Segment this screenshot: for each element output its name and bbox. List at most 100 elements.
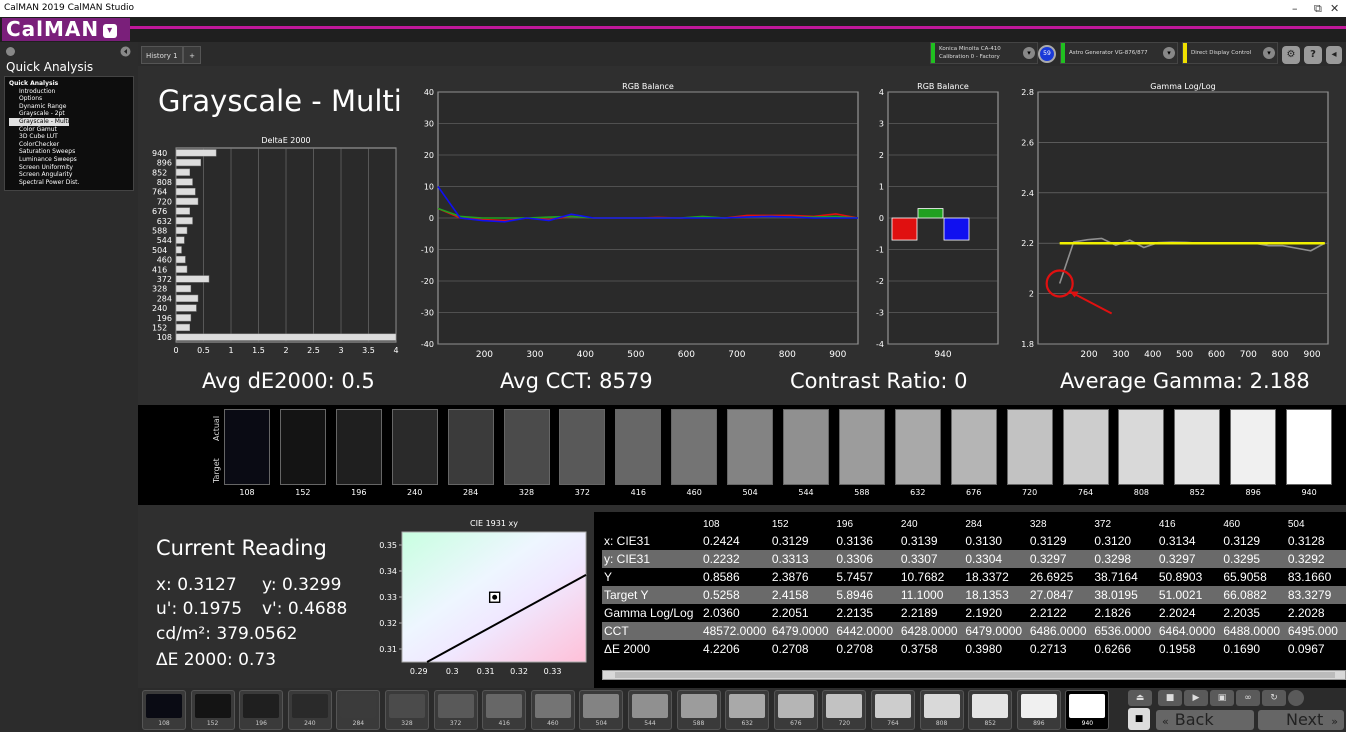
level-label: 196 bbox=[255, 720, 267, 727]
sidebar-item[interactable]: ColorChecker bbox=[9, 141, 131, 149]
level-button-416[interactable]: 416 bbox=[482, 690, 527, 730]
level-button-372[interactable]: 372 bbox=[433, 690, 478, 730]
level-button-588[interactable]: 588 bbox=[676, 690, 721, 730]
level-button-544[interactable]: 544 bbox=[628, 690, 672, 730]
chevron-down-icon[interactable]: ▾ bbox=[1023, 47, 1035, 59]
column-header: 504 bbox=[1287, 518, 1305, 530]
table-cell: 65.9058 bbox=[1223, 570, 1267, 584]
level-button-852[interactable]: 852 bbox=[968, 690, 1013, 730]
collapse-sidebar-icon[interactable] bbox=[120, 46, 131, 57]
tab-history-1[interactable]: History 1 bbox=[141, 46, 183, 64]
level-button-328[interactable]: 328 bbox=[385, 690, 429, 730]
level-button-676[interactable]: 676 bbox=[773, 690, 818, 730]
display-selector[interactable]: Direct Display Control ▾ bbox=[1182, 42, 1278, 64]
add-tab-button[interactable]: + bbox=[183, 46, 201, 64]
collapse-right-icon[interactable]: ◂ bbox=[1326, 46, 1342, 64]
level-button-720[interactable]: 720 bbox=[822, 690, 867, 730]
sidebar-item[interactable]: Introduction bbox=[9, 88, 131, 96]
rgb-balance-chart: RGB Balance 40 30 20 10 0 -10 -20 -30 -40 200 300 40… bbox=[421, 82, 859, 360]
sidebar-item[interactable]: Screen Angularity bbox=[9, 171, 131, 179]
app-logo[interactable]: CalMAN ▾ bbox=[2, 18, 130, 41]
table-cell: 0.3758 bbox=[900, 642, 938, 656]
level-button-764[interactable]: 764 bbox=[871, 690, 915, 730]
scrollbar-thumb[interactable] bbox=[615, 672, 1335, 678]
swatch-label: 108 bbox=[239, 488, 255, 497]
level-button-460[interactable]: 460 bbox=[530, 690, 575, 730]
level-button-240[interactable]: 240 bbox=[287, 690, 332, 730]
level-button-504[interactable]: 504 bbox=[579, 690, 624, 730]
rgb-balance-bar-chart: RGB Balance 4 3 2 1 0 -1 -2 -3 -4 940 bbox=[876, 82, 999, 360]
table-cell: 0.3120 bbox=[1094, 534, 1132, 548]
level-label: 152 bbox=[206, 720, 219, 727]
stop-record-icon[interactable]: ■ bbox=[1158, 690, 1182, 706]
window-title: CalMAN 2019 CalMAN Studio bbox=[4, 3, 135, 13]
settings-dot-icon[interactable] bbox=[5, 46, 16, 57]
generator-selector[interactable]: Astro Generator VG-876/877 ▾ bbox=[1060, 42, 1178, 64]
table-cell: 2.2189 bbox=[900, 606, 938, 620]
level-button-940[interactable]: 940 bbox=[1065, 690, 1110, 730]
level-button-284[interactable]: 284 bbox=[336, 690, 381, 730]
gear-icon[interactable]: ⚙ bbox=[1282, 46, 1300, 64]
level-button-196[interactable]: 196 bbox=[239, 690, 284, 730]
x-tick-label: 800 bbox=[779, 350, 796, 360]
level-button-896[interactable]: 896 bbox=[1016, 690, 1061, 730]
minimize-button[interactable]: – bbox=[1292, 0, 1298, 17]
help-icon[interactable]: ? bbox=[1304, 46, 1322, 64]
next-button[interactable]: Next » bbox=[1258, 710, 1344, 730]
loop-icon[interactable]: ∞ bbox=[1236, 690, 1260, 706]
sidebar-item[interactable]: Saturation Sweeps bbox=[9, 148, 131, 156]
horizontal-scrollbar[interactable] bbox=[602, 670, 1346, 680]
sidebar-item[interactable]: Luminance Sweeps bbox=[9, 156, 131, 164]
reading-delta-e: ΔE 2000: 0.73 bbox=[156, 650, 277, 670]
measurement-table: 108 152 196 240 284 328 372 416 460 504 x: CIE31 0.… bbox=[602, 516, 1346, 658]
level-swatch bbox=[389, 694, 425, 718]
table-cell: 48572.0000 bbox=[700, 622, 770, 640]
table-cell: 38.0195 bbox=[1092, 586, 1157, 604]
sidebar-item[interactable]: Spectral Power Dist. bbox=[9, 179, 131, 187]
stop-icon[interactable]: ■ bbox=[1128, 708, 1150, 730]
meter-status-badge[interactable]: 59 bbox=[1038, 45, 1056, 63]
sidebar-group[interactable]: Quick Analysis bbox=[9, 80, 131, 88]
sidebar-item[interactable]: Color Gamut bbox=[9, 126, 131, 134]
chart-title: DeltaE 2000 bbox=[261, 136, 310, 145]
table-cell: 0.1690 bbox=[1223, 642, 1261, 656]
refresh-icon[interactable]: ↻ bbox=[1262, 690, 1286, 706]
save-icon[interactable]: ▣ bbox=[1210, 690, 1234, 706]
swatch-label: 284 bbox=[462, 488, 479, 497]
meter-selector[interactable]: Konica Minolta CA-410 Calibration 0 - Fa… bbox=[930, 42, 1038, 64]
table-cell: 0.2713 bbox=[1029, 642, 1067, 656]
x-tick-label: 700 bbox=[728, 350, 745, 360]
swatch-588 bbox=[838, 409, 885, 485]
y-tick-label: 0.31 bbox=[379, 645, 397, 654]
record-icon[interactable] bbox=[1288, 690, 1304, 706]
sidebar-item[interactable]: Options bbox=[9, 95, 131, 103]
bar-green bbox=[917, 208, 944, 219]
sidebar-item[interactable]: Dynamic Range bbox=[9, 103, 131, 111]
level-swatch bbox=[826, 694, 863, 718]
level-button-808[interactable]: 808 bbox=[919, 690, 964, 730]
x-tick-label: 300 bbox=[1112, 350, 1129, 360]
sidebar-item[interactable]: Grayscale - Multi bbox=[9, 117, 70, 126]
reading-luminance: cd/m²: 379.0562 bbox=[156, 624, 298, 644]
sidebar-item[interactable]: Screen Uniformity bbox=[9, 164, 131, 172]
sidebar-item[interactable]: Grayscale - 2pt bbox=[9, 110, 131, 118]
level-button-632[interactable]: 632 bbox=[725, 690, 770, 730]
logo-dropdown-icon[interactable]: ▾ bbox=[103, 23, 118, 38]
back-button[interactable]: « Back bbox=[1156, 710, 1254, 730]
chevron-down-icon[interactable]: ▾ bbox=[1163, 47, 1175, 59]
table-cell: 0.5258 bbox=[700, 586, 770, 604]
eject-icon[interactable]: ⏏ bbox=[1128, 690, 1152, 706]
maximize-button[interactable]: ⧉ bbox=[1314, 0, 1322, 17]
level-swatch bbox=[437, 694, 474, 718]
swatch-676 bbox=[950, 409, 997, 485]
window-titlebar: CalMAN 2019 CalMAN Studio – ⧉ ✕ bbox=[0, 0, 1346, 17]
sidebar-item[interactable]: 3D Cube LUT bbox=[9, 133, 131, 141]
play-icon[interactable]: ▶ bbox=[1184, 690, 1208, 706]
column-header: 328 bbox=[1029, 518, 1047, 530]
level-button-152[interactable]: 152 bbox=[190, 690, 235, 730]
chevron-down-icon[interactable]: ▾ bbox=[1263, 47, 1275, 59]
level-swatch bbox=[875, 694, 911, 718]
level-button-108[interactable]: 108 bbox=[142, 690, 186, 730]
swatch-label: 152 bbox=[295, 488, 311, 497]
close-button[interactable]: ✕ bbox=[1330, 0, 1339, 17]
